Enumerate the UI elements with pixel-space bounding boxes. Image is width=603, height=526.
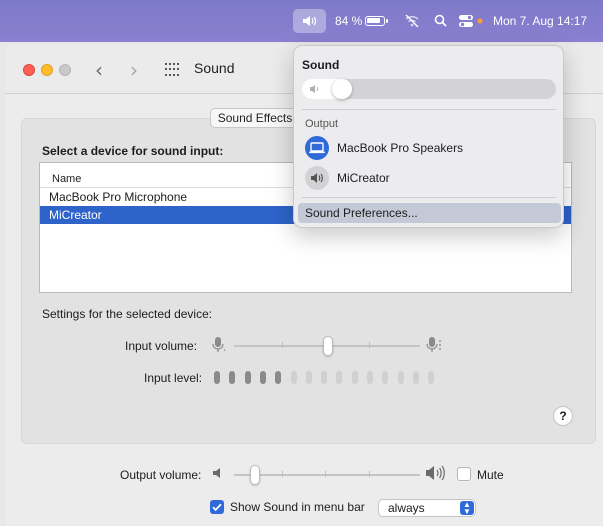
mute-checkbox[interactable] — [457, 467, 471, 481]
select-value: always — [388, 501, 425, 515]
search-icon[interactable] — [434, 14, 447, 27]
show-in-menubar-label: Show Sound in menu bar — [230, 500, 365, 514]
slider-tick — [282, 342, 283, 348]
level-bar-inactive — [428, 371, 435, 384]
dropdown-title: Sound — [302, 58, 340, 72]
output-device-name: MiCreator — [337, 171, 390, 185]
show-all-grid-icon[interactable] — [165, 63, 181, 77]
back-button[interactable]: ‹ — [95, 58, 103, 82]
output-device-micreator[interactable]: MiCreator — [305, 166, 555, 190]
volume-menu-icon[interactable] — [293, 9, 326, 33]
level-bar-inactive — [397, 371, 404, 384]
level-bar-inactive — [367, 371, 373, 384]
divider — [302, 197, 556, 198]
level-bar-inactive — [321, 371, 328, 384]
speaker-icon — [310, 85, 319, 93]
slider-tick — [282, 471, 283, 477]
level-bar-active — [229, 371, 236, 384]
battery-icon[interactable] — [365, 16, 388, 26]
wifi-off-icon[interactable] — [404, 14, 420, 28]
chevron-updown-icon: ▲ ▼ — [460, 501, 474, 516]
level-bar-active — [244, 371, 251, 384]
speaker-icon — [305, 166, 329, 190]
zoom-window-button[interactable] — [59, 64, 71, 76]
level-bar-active — [259, 371, 266, 384]
output-volume-track — [234, 474, 420, 476]
menubar-clock[interactable]: Mon 7. Aug 14:17 — [493, 14, 587, 28]
help-button[interactable]: ? — [553, 406, 573, 426]
output-heading: Output — [305, 118, 339, 130]
input-volume-slider[interactable] — [323, 336, 333, 356]
slider-tick — [369, 342, 370, 348]
speaker-high-icon — [426, 465, 445, 481]
output-device-name: MacBook Pro Speakers — [337, 141, 464, 155]
level-bar-active — [275, 371, 282, 384]
output-device-macbook-speakers[interactable]: MacBook Pro Speakers — [305, 136, 555, 160]
slider-tick — [369, 471, 370, 477]
output-volume-label: Output volume: — [120, 468, 202, 482]
level-bar-inactive — [290, 371, 297, 384]
output-volume-slider[interactable] — [250, 465, 261, 485]
level-bar-inactive — [412, 371, 419, 384]
sound-menu-dropdown: Sound Output MacBook Pro Speakers MiCrea… — [293, 45, 564, 228]
level-bar-active — [214, 371, 220, 384]
sound-preferences-menu-item[interactable]: Sound Preferences... — [298, 203, 561, 223]
tab-sound-effects[interactable]: Sound Effects — [210, 108, 300, 128]
speaker-low-icon — [213, 468, 220, 478]
level-bar-inactive — [305, 371, 312, 384]
microphone-low-icon — [212, 337, 226, 352]
minimize-window-button[interactable] — [41, 64, 53, 76]
input-volume-label: Input volume: — [125, 339, 198, 353]
show-in-menubar-select[interactable]: always ▲ ▼ — [378, 499, 476, 517]
close-window-button[interactable] — [23, 64, 35, 76]
checkmark-icon — [212, 503, 222, 512]
microphone-high-icon — [426, 337, 441, 352]
input-device-heading: Select a device for sound input: — [42, 144, 224, 158]
settings-label: Settings for the selected device: — [42, 307, 213, 321]
show-in-menubar-checkbox[interactable] — [210, 500, 224, 514]
divider — [302, 109, 556, 110]
level-bar-inactive — [351, 371, 358, 384]
volume-knob[interactable] — [332, 79, 353, 99]
forward-button[interactable]: › — [130, 58, 138, 82]
level-bar-inactive — [382, 371, 389, 384]
level-bar-inactive — [336, 371, 343, 384]
input-level-label: Input level: — [144, 371, 203, 385]
window-title: Sound — [194, 60, 235, 76]
mute-label: Mute — [477, 468, 504, 482]
battery-percent: 84 % — [335, 14, 363, 28]
control-center-icon[interactable] — [458, 13, 484, 29]
menu-bar: 84 % Mon 7. Aug 14:17 — [0, 0, 603, 42]
slider-tick — [325, 471, 326, 477]
dropdown-volume-slider[interactable] — [302, 79, 556, 99]
laptop-icon — [305, 136, 329, 160]
